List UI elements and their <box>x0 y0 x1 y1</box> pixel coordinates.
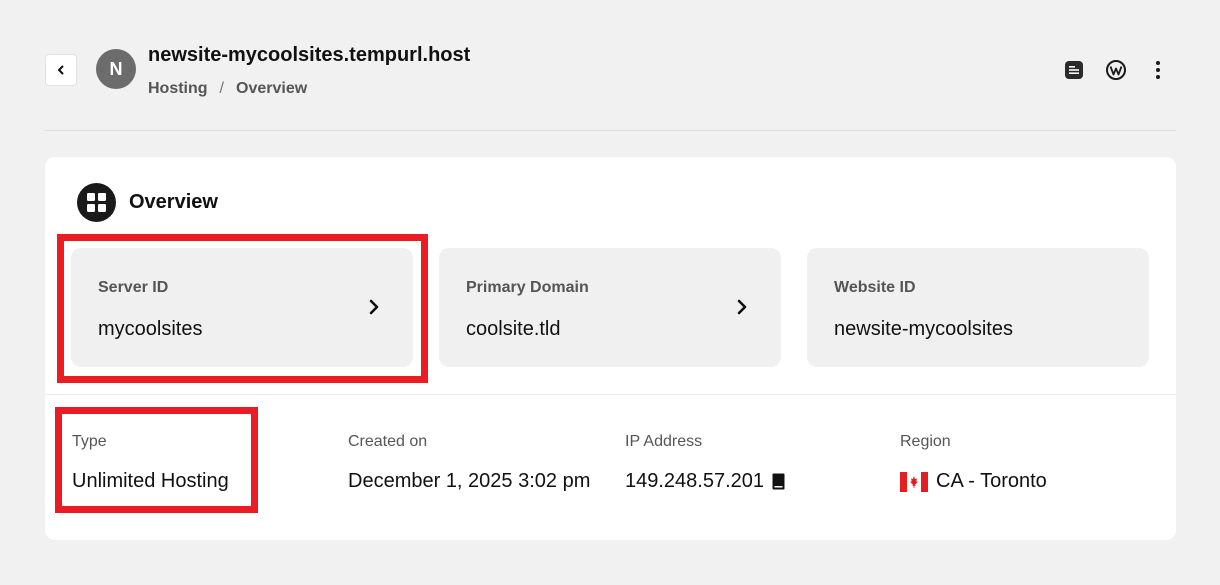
chevron-right-icon <box>369 299 379 315</box>
canada-flag-icon <box>900 471 928 492</box>
tile-label: Server ID <box>98 279 169 296</box>
info-label: IP Address <box>625 433 703 450</box>
tile-value: coolsite.tld <box>466 318 561 340</box>
tile-value: newsite-mycoolsites <box>834 318 1013 340</box>
info-label: Region <box>900 433 951 450</box>
info-value: December 1, 2025 3:02 pm <box>348 470 590 493</box>
info-value: 149.248.57.201 <box>625 470 785 493</box>
tile-label: Primary Domain <box>466 279 589 296</box>
page-header: N newsite-mycoolsites.tempurl.host Hosti… <box>0 0 1220 132</box>
overview-title: Overview <box>129 191 218 213</box>
breadcrumb-overview: Overview <box>236 80 308 97</box>
primary-domain-tile[interactable]: Primary Domain coolsite.tld <box>439 248 781 367</box>
breadcrumb: Hosting / Overview <box>148 80 307 98</box>
info-region: Region CA - Toronto <box>900 433 1047 493</box>
section-divider <box>45 394 1176 395</box>
site-title: newsite-mycoolsites.tempurl.host <box>148 44 471 66</box>
back-button[interactable] <box>45 54 77 86</box>
info-value: CA - Toronto <box>900 470 1047 493</box>
info-type: Type Unlimited Hosting <box>72 433 229 493</box>
breadcrumb-separator: / <box>219 80 224 97</box>
wordpress-icon[interactable] <box>1104 58 1128 82</box>
tile-value: mycoolsites <box>98 318 203 340</box>
overview-header: Overview <box>77 183 218 222</box>
ip-address-value: 149.248.57.201 <box>625 470 765 492</box>
info-value: Unlimited Hosting <box>72 470 229 493</box>
tile-label: Website ID <box>834 279 916 296</box>
type-value: Unlimited Hosting <box>72 470 229 492</box>
notes-icon[interactable] <box>1062 58 1086 82</box>
info-created-on: Created on December 1, 2025 3:02 pm <box>348 433 590 493</box>
region-value: CA - Toronto <box>936 470 1047 492</box>
more-vertical-icon[interactable] <box>1146 58 1170 82</box>
overview-card: Overview Server ID mycoolsites Primary D… <box>45 157 1176 540</box>
header-actions <box>1062 58 1170 82</box>
site-avatar: N <box>96 49 136 89</box>
website-id-tile: Website ID newsite-mycoolsites <box>807 248 1149 367</box>
breadcrumb-hosting[interactable]: Hosting <box>148 80 208 98</box>
info-label: Type <box>72 433 107 450</box>
server-id-tile[interactable]: Server ID mycoolsites <box>71 248 413 367</box>
chevron-right-icon <box>737 299 747 315</box>
header-divider <box>44 130 1176 131</box>
chevron-left-icon <box>58 65 64 75</box>
created-on-value: December 1, 2025 3:02 pm <box>348 470 591 492</box>
copy-icon[interactable] <box>772 473 785 490</box>
grid-icon <box>77 183 116 222</box>
info-label: Created on <box>348 433 428 450</box>
info-ip-address: IP Address 149.248.57.201 <box>625 433 785 493</box>
